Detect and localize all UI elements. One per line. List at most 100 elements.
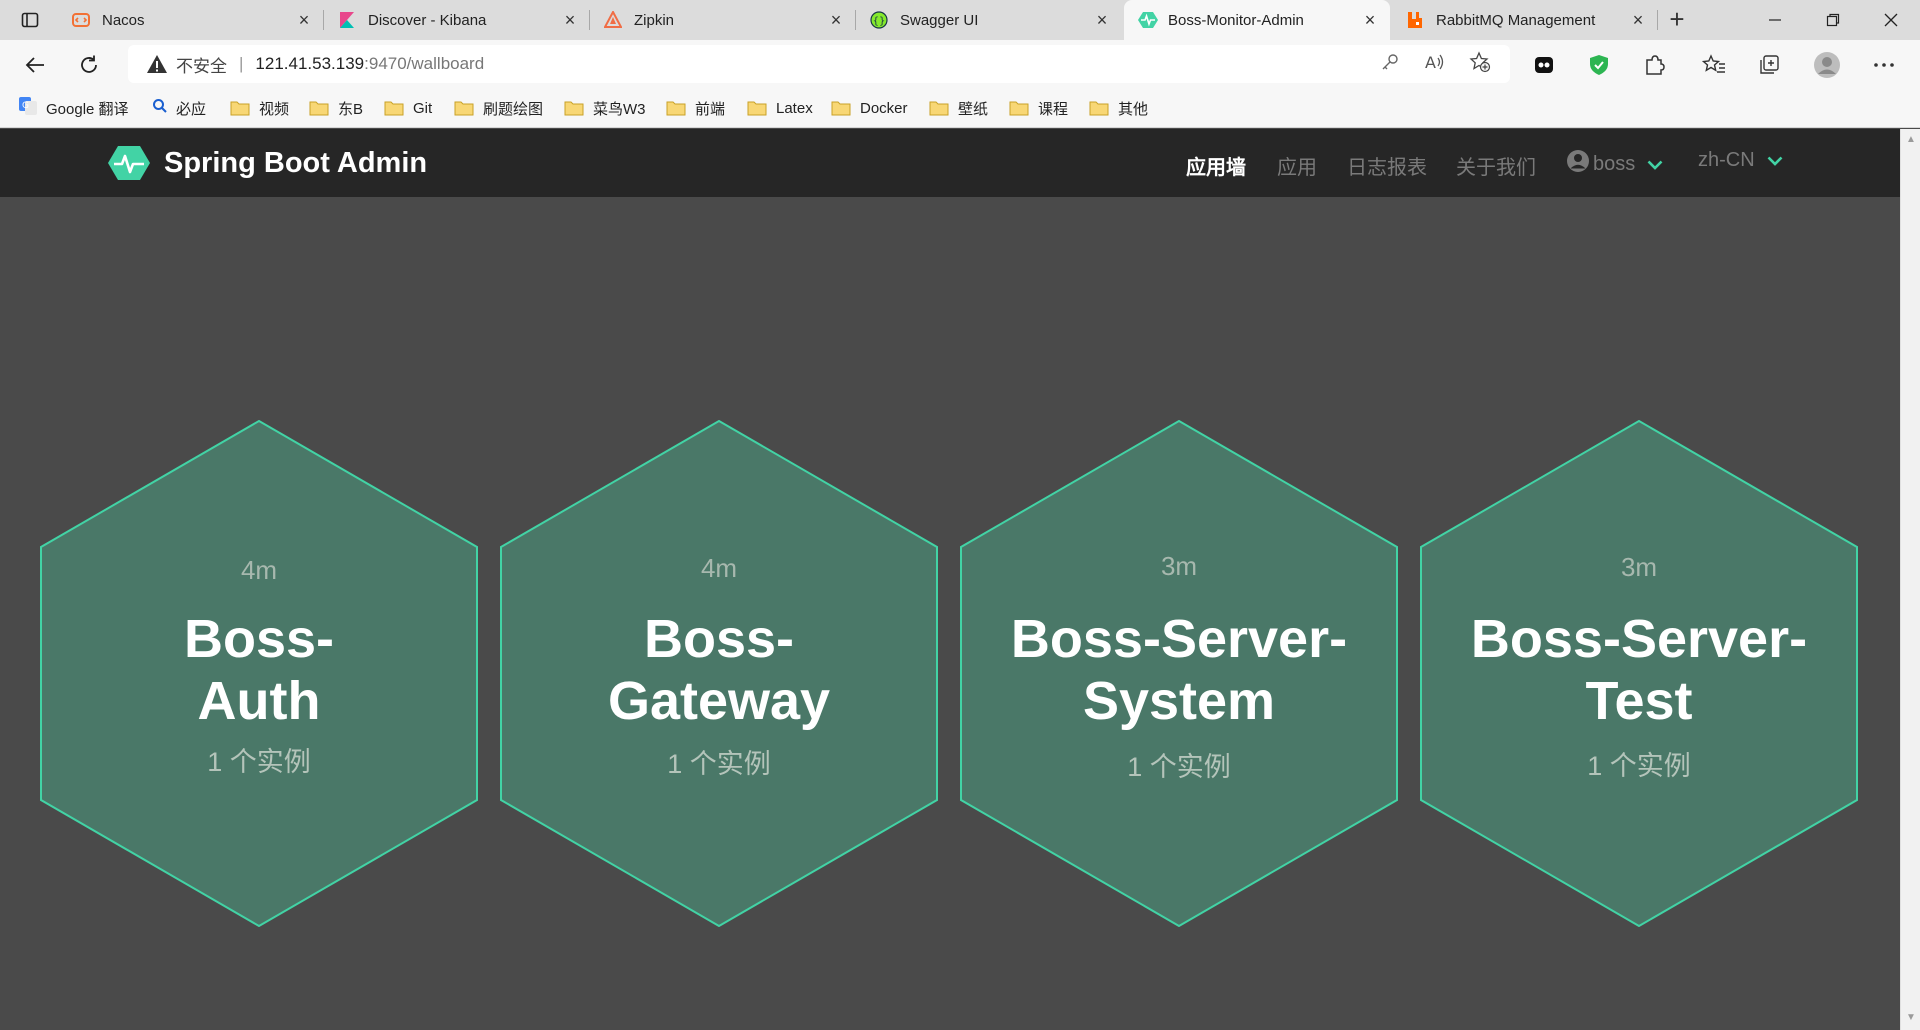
reload-icon xyxy=(81,55,97,73)
more-options-icon[interactable] xyxy=(1870,51,1898,79)
application-hex-boss-server-test[interactable]: 3m Boss-Server- Test 1 个实例 xyxy=(1419,420,1859,927)
favorites-icon[interactable] xyxy=(1700,51,1728,79)
shield-icon[interactable] xyxy=(1585,51,1613,79)
bookmark-folder-runoob[interactable]: 菜鸟W3 xyxy=(564,88,646,128)
tab-actions-icon[interactable] xyxy=(12,8,48,32)
bookmark-label: 课程 xyxy=(1038,100,1069,118)
close-icon[interactable]: × xyxy=(826,10,846,30)
language-menu[interactable]: zh-CN xyxy=(1698,149,1783,172)
tab-title: Nacos xyxy=(102,11,145,29)
bookmark-folder-courses[interactable]: 课程 xyxy=(1009,88,1068,128)
window-close-button[interactable] xyxy=(1862,0,1920,40)
wallboard: 4m Boss- Auth 1 个实例 4m Boss- Gateway 1 个… xyxy=(0,197,1900,1030)
folder-icon xyxy=(230,100,250,116)
extension-icon[interactable] xyxy=(1530,51,1558,79)
bookmark-folder-other[interactable]: 其他 xyxy=(1089,88,1148,128)
nav-about[interactable]: 关于我们 xyxy=(1456,151,1536,180)
bookmark-label: Latex xyxy=(776,99,813,117)
folder-icon xyxy=(309,100,329,116)
bookmark-folder-latex[interactable]: Latex xyxy=(747,88,813,128)
pulse-icon xyxy=(1138,11,1158,29)
profile-avatar[interactable] xyxy=(1813,51,1841,79)
tab-swagger[interactable]: {} Swagger UI × xyxy=(856,0,1122,40)
close-icon[interactable]: × xyxy=(1092,10,1112,30)
folder-icon xyxy=(454,100,474,116)
close-icon[interactable]: × xyxy=(560,10,580,30)
close-icon[interactable]: × xyxy=(1360,10,1380,30)
bookmark-folder-frontend[interactable]: 前端 xyxy=(666,88,725,128)
tab-boss-monitor-admin[interactable]: Boss-Monitor-Admin × xyxy=(1124,0,1390,40)
address-bar[interactable]: 不安全 | 121.41.53.139:9470/wallboard xyxy=(128,45,1510,83)
application-name: Boss-Server- Test xyxy=(1470,609,1808,731)
bookmark-label: 菜鸟W3 xyxy=(593,100,646,118)
minimize-button[interactable] xyxy=(1746,0,1804,40)
collections-icon[interactable] xyxy=(1755,51,1783,79)
tab-title: Zipkin xyxy=(634,11,675,29)
uptime-label: 3m xyxy=(1620,552,1658,582)
uptime-label: 4m xyxy=(240,555,278,585)
url-text: 121.41.53.139:9470/wallboard xyxy=(255,54,484,74)
scroll-up-icon[interactable]: ▲ xyxy=(1906,135,1916,145)
application-name: Boss-Server- System xyxy=(1010,609,1348,731)
bookmark-folder-dongb[interactable]: 东B xyxy=(309,88,363,128)
chevron-down-icon xyxy=(1647,153,1663,176)
pulse-logo-icon xyxy=(108,145,150,181)
uptime-label: 4m xyxy=(700,553,738,583)
tab-nacos[interactable]: Nacos × xyxy=(58,0,324,40)
user-menu[interactable]: boss xyxy=(1566,149,1663,179)
rabbitmq-icon xyxy=(1406,11,1424,29)
instance-count: 1 个实例 xyxy=(667,749,771,779)
zipkin-icon xyxy=(603,9,623,29)
folder-icon xyxy=(1009,100,1029,116)
close-icon[interactable]: × xyxy=(1628,10,1648,30)
bookmark-label: 刷题绘图 xyxy=(483,100,544,118)
bookmark-bing[interactable]: 必应 xyxy=(152,88,206,128)
application-hex-boss-auth[interactable]: 4m Boss- Auth 1 个实例 xyxy=(39,420,479,927)
tab-zipkin[interactable]: Zipkin × xyxy=(590,0,856,40)
folder-icon xyxy=(384,100,404,116)
application-hex-boss-server-system[interactable]: 3m Boss-Server- System 1 个实例 xyxy=(959,420,1399,927)
warning-icon[interactable] xyxy=(146,53,168,75)
google-translate-icon: G xyxy=(18,96,38,120)
bookmark-google-translate[interactable]: G Google 翻译 xyxy=(18,88,129,128)
tab-rabbitmq[interactable]: RabbitMQ Management × xyxy=(1392,0,1658,40)
url-path: :9470/wallboard xyxy=(364,54,485,73)
chevron-down-icon xyxy=(1767,149,1783,172)
read-aloud-icon[interactable]: A xyxy=(1422,50,1446,74)
brand-link[interactable]: Spring Boot Admin xyxy=(108,143,427,183)
nav-applications[interactable]: 应用 xyxy=(1277,151,1317,180)
add-favorite-icon[interactable] xyxy=(1468,50,1492,74)
reload-button[interactable] xyxy=(74,50,104,80)
bookmark-folder-videos[interactable]: 视频 xyxy=(230,88,289,128)
bookmark-folder-problems[interactable]: 刷题绘图 xyxy=(454,88,543,128)
tab-kibana[interactable]: Discover - Kibana × xyxy=(324,0,590,40)
bookmark-folder-git[interactable]: Git xyxy=(384,88,432,128)
page-scrollbar[interactable]: ▲ ▼ xyxy=(1900,129,1920,1030)
instance-count: 1 个实例 xyxy=(1587,751,1691,781)
back-button[interactable] xyxy=(20,50,50,80)
key-icon[interactable] xyxy=(1378,50,1402,74)
application-hex-boss-gateway[interactable]: 4m Boss- Gateway 1 个实例 xyxy=(499,420,939,927)
nav-journal[interactable]: 日志报表 xyxy=(1347,151,1427,180)
swagger-icon: {} xyxy=(870,11,888,29)
browser-toolbar: 不安全 | 121.41.53.139:9470/wallboard A xyxy=(0,40,1920,88)
close-icon[interactable]: × xyxy=(294,10,314,30)
bookmark-folder-wallpaper[interactable]: 壁纸 xyxy=(929,88,988,128)
folder-icon xyxy=(747,100,767,116)
uptime-label: 3m xyxy=(1160,551,1198,581)
folder-icon xyxy=(831,100,851,116)
folder-icon xyxy=(1089,100,1109,116)
tab-title: Discover - Kibana xyxy=(368,11,487,29)
nav-wallboard[interactable]: 应用墙 xyxy=(1186,151,1246,180)
scroll-down-icon[interactable]: ▼ xyxy=(1906,1013,1916,1023)
extensions-puzzle-icon[interactable] xyxy=(1640,51,1668,79)
svg-text:A: A xyxy=(1425,53,1436,72)
restore-button[interactable] xyxy=(1804,0,1862,40)
browser-tab-strip: Nacos × Discover - Kibana × Zipkin × {} … xyxy=(0,0,1920,40)
restore-icon xyxy=(1826,13,1840,27)
close-icon xyxy=(1884,13,1898,27)
bookmark-label: Git xyxy=(413,99,433,117)
bookmark-label: Google 翻译 xyxy=(46,100,129,118)
bookmark-folder-docker[interactable]: Docker xyxy=(831,88,908,128)
new-tab-button[interactable]: + xyxy=(1662,5,1692,35)
